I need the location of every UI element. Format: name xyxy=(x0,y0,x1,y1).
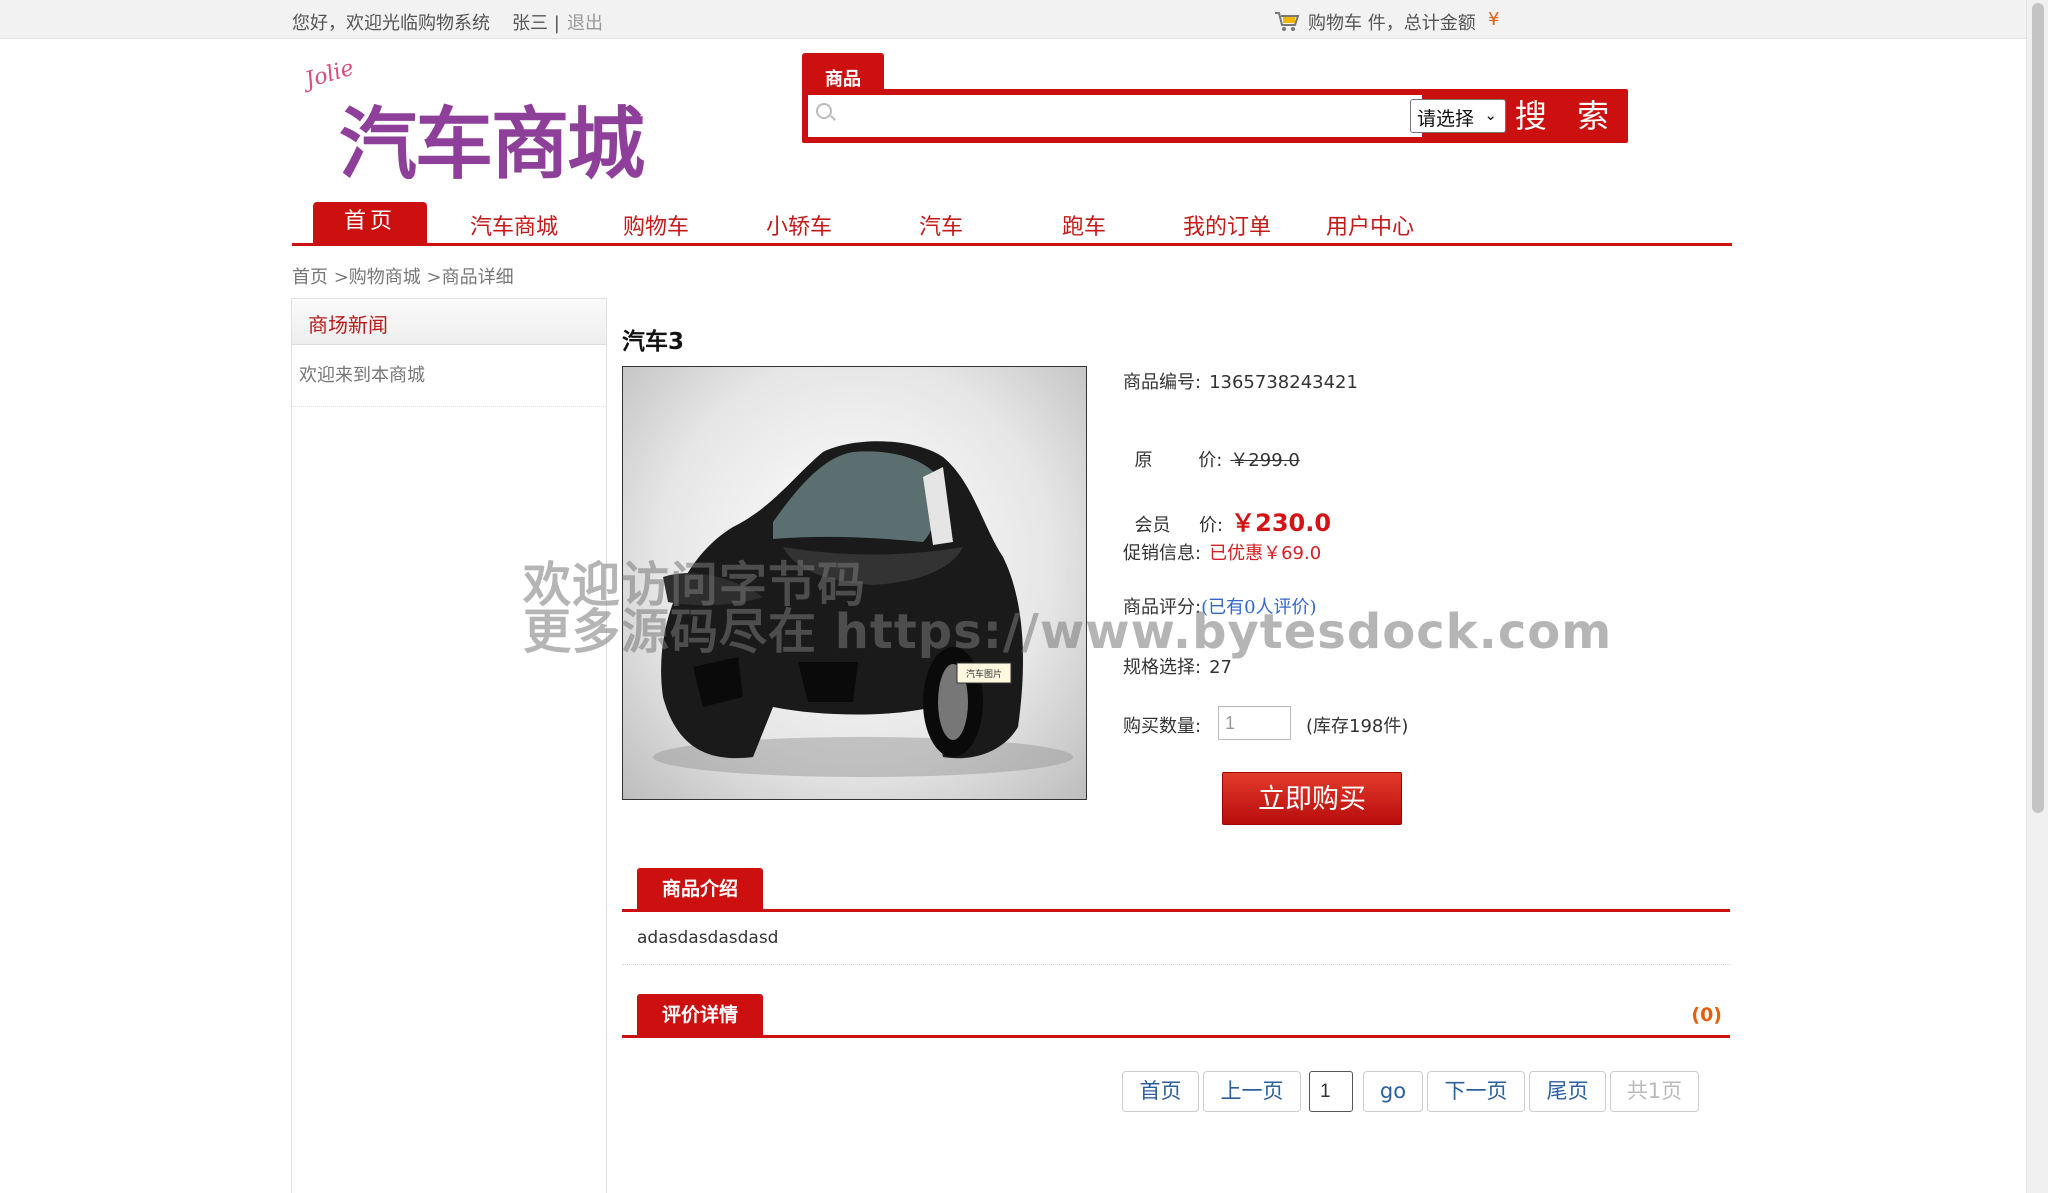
stock-text: (库存198件) xyxy=(1306,716,1409,737)
sidebar-title: 商场新闻 xyxy=(292,299,606,345)
nav-item-car-mall[interactable]: 汽车商城 xyxy=(470,209,558,241)
image-caption: 汽车图片 xyxy=(966,668,1002,680)
username-link[interactable]: 张三 | xyxy=(512,9,560,35)
buy-now-button[interactable]: 立即购买 xyxy=(1222,772,1402,825)
logo-title: 汽车商城 xyxy=(339,100,645,190)
original-price-row: 原 价: ￥299.0 xyxy=(1123,425,1300,472)
product-title: 汽车3 xyxy=(622,329,685,355)
nav-item-my-orders[interactable]: 我的订单 xyxy=(1183,209,1271,241)
quantity-input[interactable] xyxy=(1218,706,1291,740)
page-scrollbar[interactable] xyxy=(2026,0,2048,1193)
news-sidebar: 商场新闻 欢迎来到本商城 xyxy=(291,298,607,1193)
watermark-line-2: 更多源码尽在 https://www.bytesdock.com xyxy=(523,604,1613,660)
pagination-prev[interactable]: 上一页 xyxy=(1203,1071,1301,1112)
promo-label: 促销信息: xyxy=(1123,543,1202,564)
divider xyxy=(622,964,1730,965)
logout-link[interactable]: 退出 xyxy=(567,9,603,35)
main-nav: 首页 汽车商城 购物车 小轿车 汽车 跑车 我的订单 用户中心 xyxy=(292,200,1732,246)
site-logo[interactable]: Jolie 汽车商城 xyxy=(295,52,670,190)
reviews-section-header: 评价详情 (0) xyxy=(622,992,1730,1038)
search-category-select[interactable]: 请选择 ⌄ xyxy=(1410,99,1506,133)
original-price-label: 原 价: xyxy=(1134,450,1223,471)
pagination-next[interactable]: 下一页 xyxy=(1427,1071,1525,1112)
nav-item-sports-car[interactable]: 跑车 xyxy=(1062,209,1106,241)
chevron-down-icon: ⌄ xyxy=(1484,106,1497,124)
nav-item-user-center[interactable]: 用户中心 xyxy=(1326,209,1414,241)
product-code-row: 商品编号: 1365738243421 xyxy=(1123,368,1358,394)
welcome-text: 您好，欢迎光临购物系统 xyxy=(292,13,490,34)
search-tab-products[interactable]: 商品 xyxy=(802,53,884,90)
pagination-last[interactable]: 尾页 xyxy=(1529,1071,1606,1112)
nav-item-car[interactable]: 汽车 xyxy=(919,209,963,241)
product-code-label: 商品编号: xyxy=(1123,372,1202,393)
search-input[interactable] xyxy=(808,95,1422,137)
promo-text: 已优惠￥69.0 xyxy=(1209,543,1322,564)
member-price-row: 会员 价: ￥230.0 xyxy=(1123,482,1331,538)
search-bar: 请选择 ⌄ 搜 索 xyxy=(802,89,1628,143)
pagination-total: 共1页 xyxy=(1610,1071,1699,1112)
cart-total: ¥ xyxy=(1488,9,1500,30)
member-price-label: 会员 价: xyxy=(1134,515,1224,536)
nav-item-home[interactable]: 首页 xyxy=(313,202,427,244)
breadcrumb[interactable]: 首页 >购物商城 >商品详细 xyxy=(292,263,514,289)
intro-text: adasdasdasdasd xyxy=(637,928,779,948)
scrollbar-thumb[interactable] xyxy=(2032,3,2044,813)
nav-item-sedan[interactable]: 小轿车 xyxy=(766,209,832,241)
search-select-value: 请选择 xyxy=(1417,108,1475,130)
original-price: ￥299.0 xyxy=(1230,450,1300,471)
member-price: ￥230.0 xyxy=(1231,509,1332,537)
top-bar: 您好，欢迎光临购物系统 张三 | 退出 购物车 件，总计金额 ¥ xyxy=(0,0,2048,39)
review-count: (0) xyxy=(1691,1004,1722,1026)
news-item[interactable]: 欢迎来到本商城 xyxy=(292,345,606,407)
pagination-first[interactable]: 首页 xyxy=(1122,1071,1199,1112)
qty-label: 购买数量: xyxy=(1123,716,1202,737)
search-icon xyxy=(816,103,832,119)
cart-icon[interactable] xyxy=(1274,10,1300,32)
intro-section-header: 商品介绍 xyxy=(622,866,1730,912)
pagination-go-button[interactable]: go xyxy=(1363,1071,1423,1112)
cart-summary[interactable]: 购物车 件，总计金额 xyxy=(1308,9,1476,35)
product-code: 1365738243421 xyxy=(1209,372,1358,393)
page-number-input[interactable] xyxy=(1309,1071,1353,1112)
nav-item-cart[interactable]: 购物车 xyxy=(623,209,689,241)
tab-intro[interactable]: 商品介绍 xyxy=(637,868,763,910)
promo-row: 促销信息: 已优惠￥69.0 xyxy=(1123,539,1321,565)
search-button[interactable]: 搜 索 xyxy=(1510,93,1624,139)
tab-reviews[interactable]: 评价详情 xyxy=(637,994,763,1036)
